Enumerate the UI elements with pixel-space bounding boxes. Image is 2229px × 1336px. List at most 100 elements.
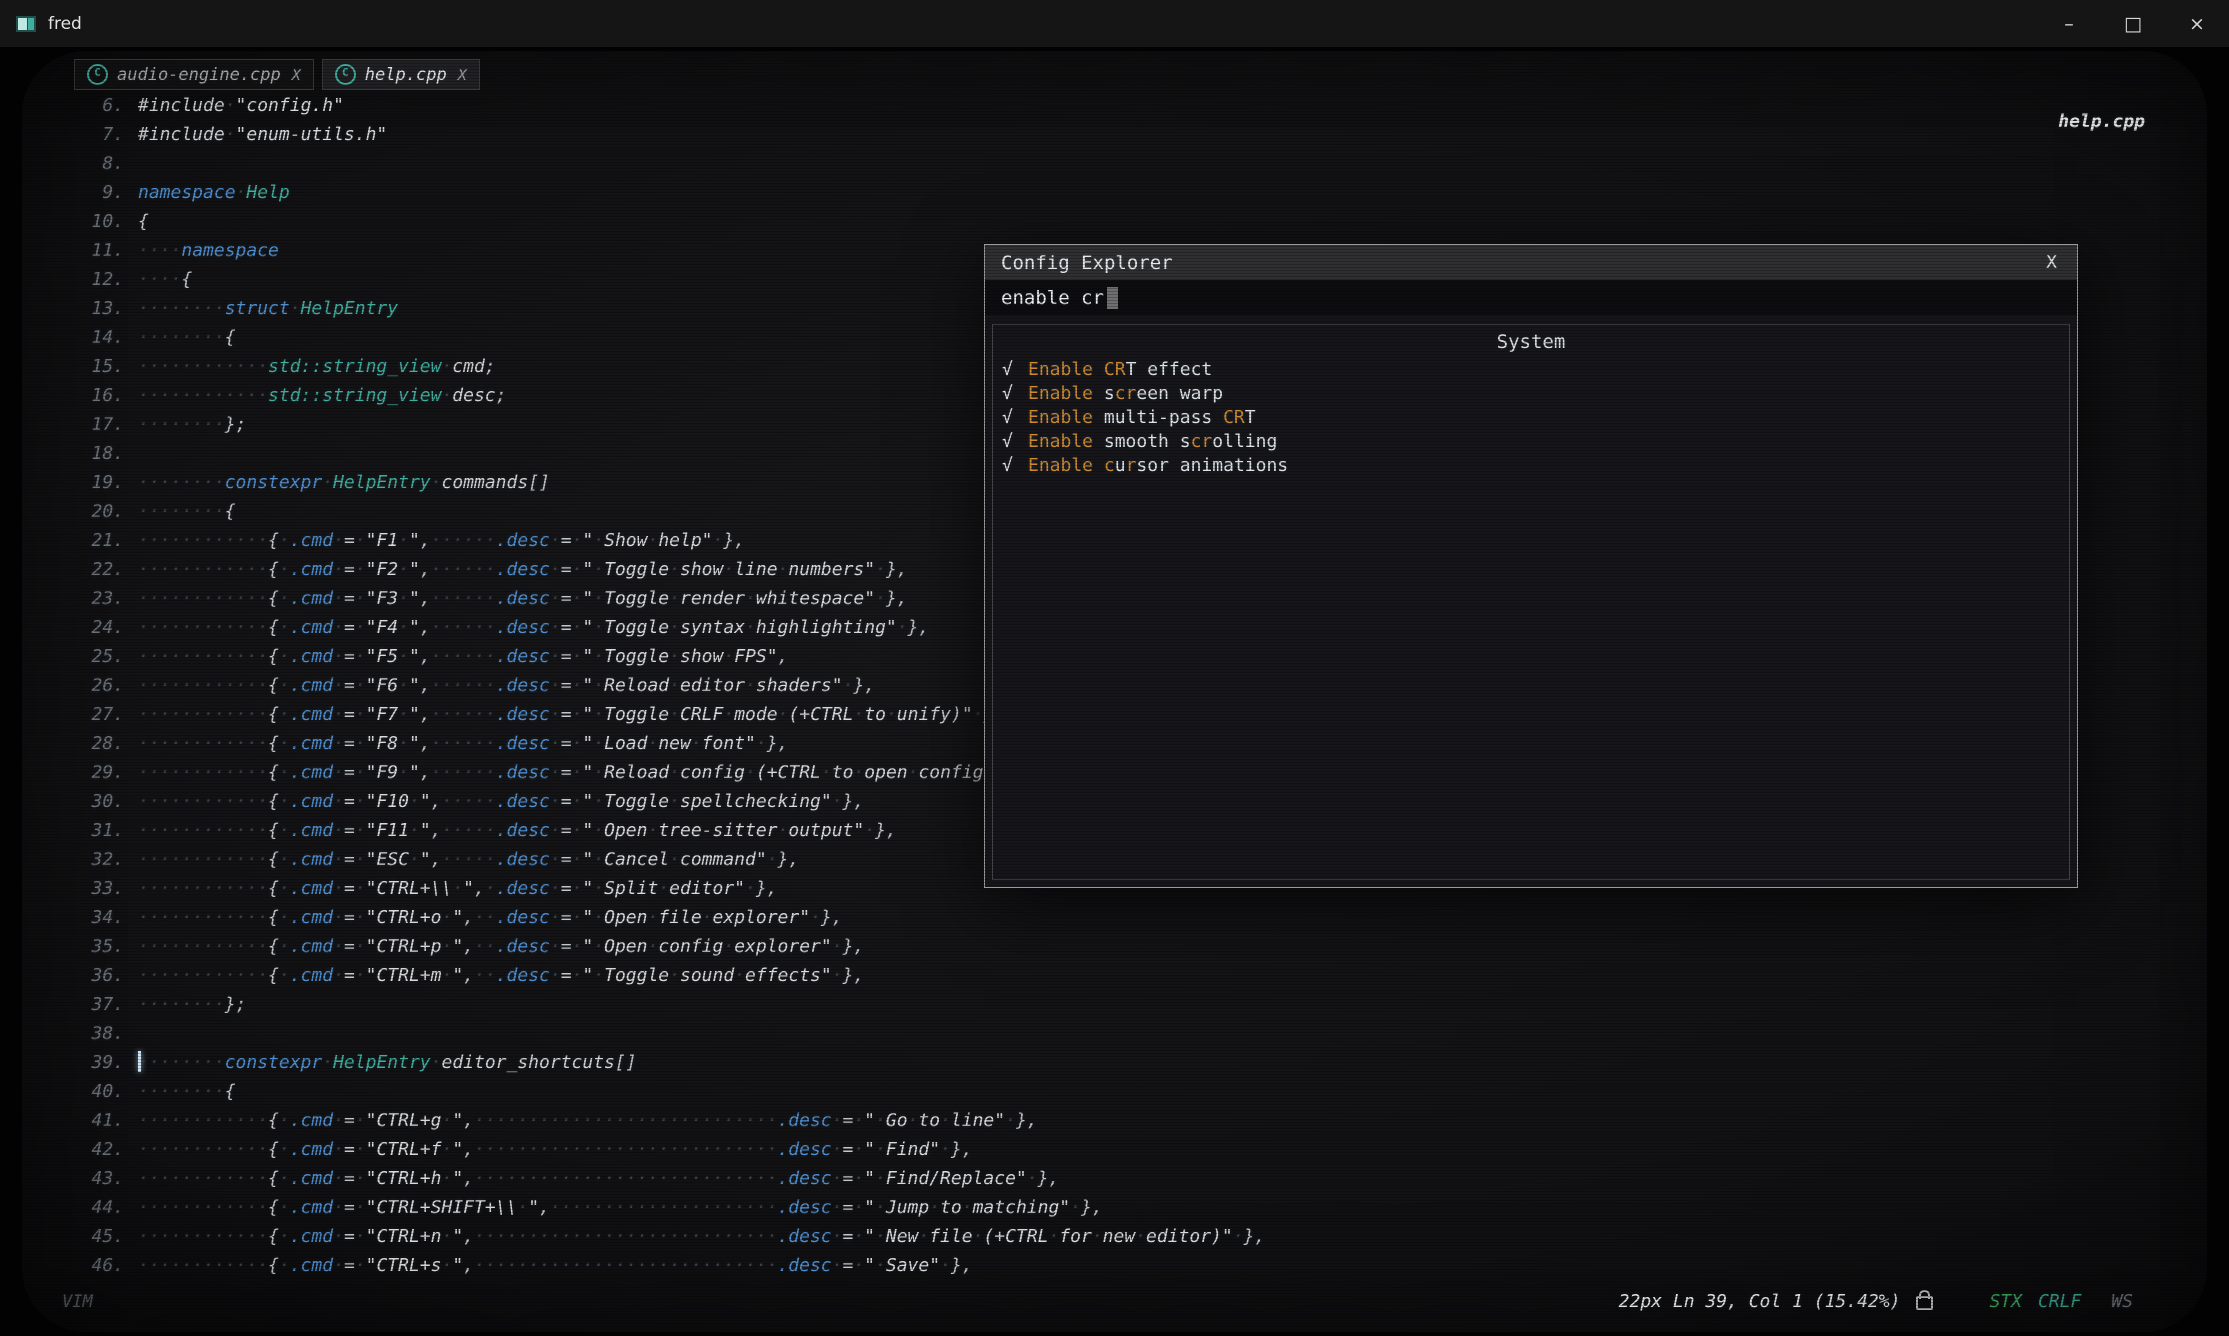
code-line[interactable]: 9.namespace·Help bbox=[22, 178, 2207, 207]
close-button[interactable]: × bbox=[2165, 0, 2229, 47]
line-number: 10. bbox=[22, 207, 138, 236]
checkbox-checked-icon[interactable]: √ bbox=[1002, 383, 1028, 404]
line-number: 23. bbox=[22, 584, 138, 613]
line-number: 41. bbox=[22, 1106, 138, 1135]
window-controls: – □ × bbox=[2037, 0, 2229, 47]
code-line[interactable]: 38. bbox=[22, 1019, 2207, 1048]
config-items-list: √Enable CRT effect√Enable screen warp√En… bbox=[993, 357, 2069, 477]
line-number: 12. bbox=[22, 265, 138, 294]
config-search-query: enable cr bbox=[1001, 287, 1104, 309]
tab-bar: C audio-engine.cpp X C help.cpp X bbox=[74, 59, 480, 90]
line-number: 35. bbox=[22, 932, 138, 961]
tab-label: audio-engine.cpp bbox=[117, 65, 281, 85]
line-number: 22. bbox=[22, 555, 138, 584]
code-line[interactable]: 6.#include·"config.h" bbox=[22, 91, 2207, 120]
config-section-header: System bbox=[993, 327, 2069, 357]
code-line[interactable]: 39.········constexpr·HelpEntry·editor_sh… bbox=[22, 1048, 2207, 1077]
code-line[interactable]: 36.············{·.cmd·=·"CTRL+m·",··.des… bbox=[22, 961, 2207, 990]
line-number: 44. bbox=[22, 1193, 138, 1222]
line-number: 20. bbox=[22, 497, 138, 526]
config-search-input[interactable]: enable cr bbox=[985, 280, 2077, 315]
cpp-file-icon: C bbox=[335, 64, 356, 85]
line-number: 25. bbox=[22, 642, 138, 671]
status-line-ending[interactable]: CRLF bbox=[2038, 1291, 2081, 1312]
tab-help[interactable]: C help.cpp X bbox=[322, 59, 480, 90]
line-number: 19. bbox=[22, 468, 138, 497]
line-number: 21. bbox=[22, 526, 138, 555]
config-item[interactable]: √Enable CRT effect bbox=[993, 357, 2069, 381]
app-icon bbox=[16, 14, 36, 34]
line-number: 6. bbox=[22, 91, 138, 120]
line-number: 16. bbox=[22, 381, 138, 410]
config-explorer-title: Config Explorer bbox=[1001, 252, 1173, 274]
line-number: 34. bbox=[22, 903, 138, 932]
line-number: 32. bbox=[22, 845, 138, 874]
status-position: 22px Ln 39, Col 1 (15.42%) bbox=[1619, 1291, 1901, 1312]
crt-screen: C audio-engine.cpp X C help.cpp X help.c… bbox=[22, 51, 2207, 1332]
code-line[interactable]: 10.{ bbox=[22, 207, 2207, 236]
status-mode: VIM bbox=[62, 1292, 93, 1312]
config-close-button[interactable]: X bbox=[2042, 252, 2061, 273]
line-number: 7. bbox=[22, 120, 138, 149]
line-number: 18. bbox=[22, 439, 138, 468]
window-title: fred bbox=[48, 14, 82, 34]
status-whitespace[interactable]: WS bbox=[2111, 1291, 2133, 1312]
lock-icon bbox=[1916, 1296, 1933, 1310]
tab-close-icon[interactable]: X bbox=[292, 66, 301, 84]
config-item[interactable]: √Enable multi-pass CRT bbox=[993, 405, 2069, 429]
code-line[interactable]: 35.············{·.cmd·=·"CTRL+p·",··.des… bbox=[22, 932, 2207, 961]
line-number: 33. bbox=[22, 874, 138, 903]
code-line[interactable]: 34.············{·.cmd·=·"CTRL+o·",··.des… bbox=[22, 903, 2207, 932]
line-number: 15. bbox=[22, 352, 138, 381]
line-number: 30. bbox=[22, 787, 138, 816]
config-options-panel: System √Enable CRT effect√Enable screen … bbox=[992, 324, 2070, 880]
code-line[interactable]: 42.············{·.cmd·=·"CTRL+f·",······… bbox=[22, 1135, 2207, 1164]
tab-label: help.cpp bbox=[365, 65, 447, 85]
line-number: 24. bbox=[22, 613, 138, 642]
line-number: 40. bbox=[22, 1077, 138, 1106]
code-line[interactable]: 46.············{·.cmd·=·"CTRL+s·",······… bbox=[22, 1251, 2207, 1280]
line-number: 8. bbox=[22, 149, 138, 178]
code-line[interactable]: 8. bbox=[22, 149, 2207, 178]
line-number: 39. bbox=[22, 1048, 138, 1077]
line-number: 14. bbox=[22, 323, 138, 352]
config-item[interactable]: √Enable cursor animations bbox=[993, 453, 2069, 477]
code-line[interactable]: 43.············{·.cmd·=·"CTRL+h·",······… bbox=[22, 1164, 2207, 1193]
code-line[interactable]: 7.#include·"enum-utils.h" bbox=[22, 120, 2207, 149]
checkbox-checked-icon[interactable]: √ bbox=[1002, 359, 1028, 380]
line-number: 26. bbox=[22, 671, 138, 700]
config-explorer-dialog: Config Explorer X enable cr System √Enab… bbox=[984, 244, 2078, 888]
config-explorer-titlebar[interactable]: Config Explorer X bbox=[985, 245, 2077, 280]
line-number: 29. bbox=[22, 758, 138, 787]
line-number: 11. bbox=[22, 236, 138, 265]
code-line[interactable]: 37.········}; bbox=[22, 990, 2207, 1019]
status-encoding: STX bbox=[1989, 1291, 2022, 1312]
checkbox-checked-icon[interactable]: √ bbox=[1002, 407, 1028, 428]
line-number: 45. bbox=[22, 1222, 138, 1251]
line-number: 36. bbox=[22, 961, 138, 990]
code-line[interactable]: 45.············{·.cmd·=·"CTRL+n·",······… bbox=[22, 1222, 2207, 1251]
line-number: 46. bbox=[22, 1251, 138, 1280]
line-number: 17. bbox=[22, 410, 138, 439]
line-number: 27. bbox=[22, 700, 138, 729]
cpp-file-icon: C bbox=[87, 64, 108, 85]
code-line[interactable]: 40.········{ bbox=[22, 1077, 2207, 1106]
config-item[interactable]: √Enable screen warp bbox=[993, 381, 2069, 405]
tab-audio-engine[interactable]: C audio-engine.cpp X bbox=[74, 59, 314, 90]
checkbox-checked-icon[interactable]: √ bbox=[1002, 431, 1028, 452]
line-number: 43. bbox=[22, 1164, 138, 1193]
minimize-button[interactable]: – bbox=[2037, 0, 2101, 47]
tab-close-icon[interactable]: X bbox=[458, 66, 467, 84]
status-bar: 22px Ln 39, Col 1 (15.42%) STX CRLF WS bbox=[1619, 1291, 2133, 1312]
maximize-button[interactable]: □ bbox=[2101, 0, 2165, 47]
line-number: 9. bbox=[22, 178, 138, 207]
config-item[interactable]: √Enable smooth scrolling bbox=[993, 429, 2069, 453]
line-number: 37. bbox=[22, 990, 138, 1019]
line-number: 42. bbox=[22, 1135, 138, 1164]
file-label: help.cpp bbox=[2058, 111, 2145, 132]
code-line[interactable]: 44.············{·.cmd·=·"CTRL+SHIFT+\\·"… bbox=[22, 1193, 2207, 1222]
line-number: 13. bbox=[22, 294, 138, 323]
code-line[interactable]: 41.············{·.cmd·=·"CTRL+g·",······… bbox=[22, 1106, 2207, 1135]
checkbox-checked-icon[interactable]: √ bbox=[1002, 455, 1028, 476]
text-cursor bbox=[1107, 287, 1118, 309]
